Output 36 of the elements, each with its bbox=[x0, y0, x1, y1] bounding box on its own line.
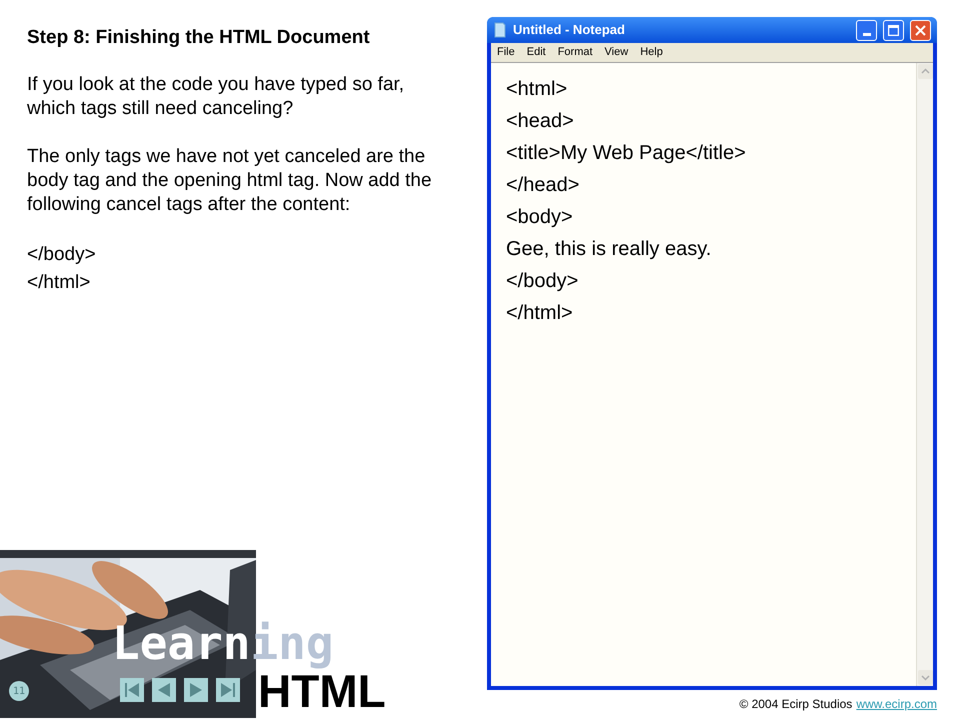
scrollbar[interactable] bbox=[916, 63, 933, 686]
minimize-icon bbox=[862, 32, 870, 36]
text-line: </body> bbox=[506, 269, 580, 294]
menu-item[interactable]: Help bbox=[640, 44, 663, 61]
nav-button[interactable] bbox=[152, 678, 176, 702]
text-line: <body> bbox=[506, 205, 574, 230]
nav-button[interactable] bbox=[216, 678, 240, 702]
text-line: Gee, this is really easy. bbox=[506, 237, 712, 262]
text-line: </head> bbox=[506, 173, 580, 198]
slide-heading: Step 8: Finishing the HTML Document bbox=[27, 26, 371, 50]
menu-item[interactable]: Format bbox=[558, 44, 593, 61]
close-icon bbox=[915, 24, 926, 36]
text-line: <title>My Web Page</title> bbox=[506, 141, 747, 166]
maximize-icon bbox=[888, 24, 899, 36]
window-title: Untitled - Notepad bbox=[513, 21, 626, 40]
text-line: <html> bbox=[506, 77, 568, 102]
text-line: <head> bbox=[506, 109, 575, 134]
html-title: HTML bbox=[258, 668, 386, 714]
document-icon bbox=[493, 22, 507, 38]
menu-item[interactable]: File bbox=[497, 44, 515, 61]
code-line: </body> bbox=[27, 242, 97, 266]
skip-back-icon bbox=[123, 681, 141, 699]
nav-button[interactable] bbox=[184, 678, 208, 702]
paragraph: The only tags we have not yet canceled are the body tag and the opening html tag. Now add the following cancel tags after the content: bbox=[27, 144, 433, 216]
code-line: </html> bbox=[27, 270, 92, 294]
paragraph: If you look at the code you have typed so far, which tags still need canceling? bbox=[27, 72, 406, 120]
caret-down-icon bbox=[917, 669, 934, 686]
menu-item[interactable]: Edit bbox=[526, 44, 546, 61]
menu-item[interactable]: View bbox=[604, 44, 628, 61]
nav-button[interactable] bbox=[120, 678, 144, 702]
skip-forward-icon bbox=[219, 681, 237, 699]
minimize-button[interactable] bbox=[856, 20, 877, 40]
close-button[interactable] bbox=[910, 20, 931, 40]
copyright-text: © 2004 Ecirp Studios bbox=[739, 696, 852, 713]
maximize-button[interactable] bbox=[883, 20, 904, 40]
text-line: </html> bbox=[506, 301, 574, 326]
